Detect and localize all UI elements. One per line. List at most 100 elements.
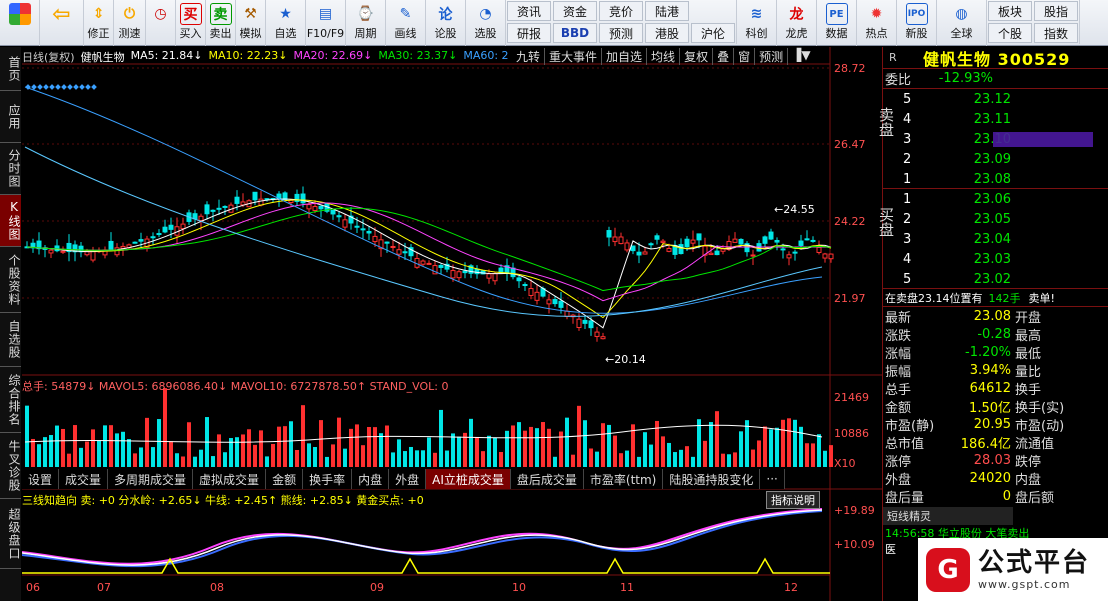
volume-bar xyxy=(313,447,317,467)
sell-button[interactable]: 卖卖出 xyxy=(206,0,236,46)
hot-button[interactable]: ✹ 热点 xyxy=(857,0,897,46)
tool-ma[interactable]: 均线 xyxy=(647,48,681,65)
stat-row: 振幅 3.94% 量比 xyxy=(883,361,1108,380)
collapse-icon[interactable]: ▐▼ xyxy=(788,48,814,65)
ma5-label: MA5: 21.84↓ xyxy=(130,49,203,62)
level: 3 xyxy=(903,231,912,247)
bid-row[interactable]: 3 23.04 xyxy=(903,229,1108,249)
r-badge[interactable]: R xyxy=(883,51,923,64)
tool-window[interactable]: 窗 xyxy=(734,48,756,65)
ma60-label: MA60: 2 xyxy=(463,49,509,62)
ask-row[interactable]: 1 23.08 xyxy=(903,169,1108,189)
grid-button[interactable] xyxy=(0,0,40,46)
volume-bar xyxy=(511,425,515,467)
watermark-logo: G 公式平台 www.gspt.com xyxy=(918,538,1108,601)
grid-shlon2[interactable]: 沪伦 xyxy=(691,23,735,43)
volume-bar xyxy=(601,423,605,467)
tool-events[interactable]: 重大事件 xyxy=(545,48,603,65)
grid-hkstock[interactable]: 港股 xyxy=(645,23,689,43)
grid-info[interactable]: 资讯 xyxy=(507,1,551,21)
right-grid: 板块 股指 个股 指数 xyxy=(987,0,1080,44)
forum-button[interactable]: 论论股 xyxy=(426,0,466,46)
tab-settings[interactable]: 设置 xyxy=(22,469,60,489)
tab-ai-volume[interactable]: AI立桩成交量 xyxy=(426,469,511,489)
grid-sector[interactable]: 板块 xyxy=(988,1,1032,21)
candle-body xyxy=(636,251,642,256)
pe-icon: PE xyxy=(825,3,848,25)
tab-outer[interactable]: 外盘 xyxy=(389,469,427,489)
grid-index[interactable]: 指数 xyxy=(1034,23,1078,43)
grid-bbd[interactable]: BBD xyxy=(553,23,597,43)
price-tick: 26.47 xyxy=(834,138,866,151)
sidebar-apps[interactable]: 应用 xyxy=(0,91,21,143)
candle-body xyxy=(750,254,756,257)
global-button[interactable]: ◍ 全球 xyxy=(937,0,987,46)
grid-funds[interactable]: 资金 xyxy=(553,1,597,21)
period-button[interactable]: ⌚ 周期 xyxy=(346,0,386,46)
screener-button[interactable]: ◔ 选股 xyxy=(466,0,506,46)
draw-button[interactable]: ✎ 画线 xyxy=(386,0,426,46)
grid-index-futures[interactable]: 股指 xyxy=(1034,1,1078,21)
tab-more[interactable]: ··· xyxy=(760,469,785,489)
tool-add-watch[interactable]: 加自选 xyxy=(602,48,648,65)
sidebar-kline[interactable]: K线图 xyxy=(0,195,21,247)
short-elf-title[interactable]: 短线精灵 xyxy=(883,507,1013,525)
volume-bar xyxy=(697,419,701,467)
sidebar-level2[interactable]: 超级盘口 xyxy=(0,499,21,569)
ipo-button[interactable]: IPO 新股 xyxy=(897,0,937,46)
dragon-button[interactable]: 龙龙虎 xyxy=(777,0,817,46)
volume-bar xyxy=(493,437,497,467)
tab-volume[interactable]: 成交量 xyxy=(59,469,109,489)
fix-button[interactable]: ⇕ 修正 xyxy=(84,0,114,46)
bid-row[interactable]: 5 23.02 xyxy=(903,269,1108,289)
kline-svg[interactable]: 28.72 26.47 24.22 21.97 21469 10886 X10 +19.89 +… xyxy=(22,47,882,601)
tab-after-volume[interactable]: 盘后成交量 xyxy=(510,469,584,489)
grid-research[interactable]: 研报 xyxy=(507,23,551,43)
data-button[interactable]: PE 数据 xyxy=(817,0,857,46)
sell-icon: 卖 xyxy=(209,3,232,25)
ask-row[interactable]: 5 23.12 xyxy=(903,89,1108,109)
watchlist-button[interactable]: ★ 自选 xyxy=(266,0,306,46)
ask-row[interactable]: 2 23.09 xyxy=(903,149,1108,169)
grid-stock[interactable]: 个股 xyxy=(988,23,1032,43)
volume-bar xyxy=(811,443,815,467)
tab-amount[interactable]: 金额 xyxy=(266,469,304,489)
simulate-button[interactable]: ⚒ 模拟 xyxy=(236,0,266,46)
speedtest-button[interactable]: ⏻ 测速 xyxy=(114,0,146,46)
tab-pe-ttm[interactable]: 市盈率(ttm) xyxy=(583,469,664,489)
volume-bar xyxy=(823,450,827,467)
chart-area[interactable]: 28.72 26.47 24.22 21.97 21469 10886 X10 +19.89 +… xyxy=(22,47,882,601)
tool-predict[interactable]: 预测 xyxy=(755,48,789,65)
tool-overlay[interactable]: 叠 xyxy=(713,48,735,65)
bid-row[interactable]: 2 23.05 xyxy=(903,209,1108,229)
sidebar-profile[interactable]: 个股资料 xyxy=(0,247,21,313)
sidebar-watchlist[interactable]: 自选股 xyxy=(0,313,21,367)
indicator-help-button[interactable]: 指标说明 xyxy=(766,491,820,509)
star-market-button[interactable]: ≋ 科创 xyxy=(737,0,777,46)
tab-hk-hold[interactable]: 陆股通持股变化 xyxy=(663,469,761,489)
tool-adjust[interactable]: 复权 xyxy=(680,48,714,65)
sidebar-home[interactable]: 首页 xyxy=(0,47,21,91)
tab-inner[interactable]: 内盘 xyxy=(352,469,390,489)
period-label[interactable]: 日线(复权) xyxy=(22,49,75,65)
f10-button[interactable]: ▤ F10/F9 xyxy=(306,0,346,46)
sidebar-ranking[interactable]: 综合排名 xyxy=(0,367,21,433)
grid-hk[interactable]: 陆港 xyxy=(645,1,689,21)
grid-forecast[interactable]: 预测 xyxy=(599,23,643,43)
high-label: ←24.55 xyxy=(774,203,815,216)
tab-virtual-volume[interactable]: 虚拟成交量 xyxy=(193,469,267,489)
volume-bar xyxy=(541,422,545,467)
sidebar-timeshare[interactable]: 分时图 xyxy=(0,143,21,195)
back-button[interactable]: ⇦ xyxy=(40,0,84,46)
candle-body xyxy=(108,240,114,250)
bid-row[interactable]: 4 23.03 xyxy=(903,249,1108,269)
buy-button[interactable]: 买买入 xyxy=(176,0,206,46)
clock-button[interactable]: ◷ xyxy=(146,0,176,46)
tab-turnover[interactable]: 换手率 xyxy=(303,469,353,489)
sidebar-diagnosis[interactable]: 牛叉诊股 xyxy=(0,433,21,499)
tool-jiuzhuan[interactable]: 九转 xyxy=(512,48,546,65)
tab-multi-volume[interactable]: 多周期成交量 xyxy=(108,469,194,489)
bid-row[interactable]: 1 23.06 xyxy=(903,189,1108,209)
ask-row[interactable]: 4 23.11 xyxy=(903,109,1108,129)
grid-auction[interactable]: 竞价 xyxy=(599,1,643,21)
